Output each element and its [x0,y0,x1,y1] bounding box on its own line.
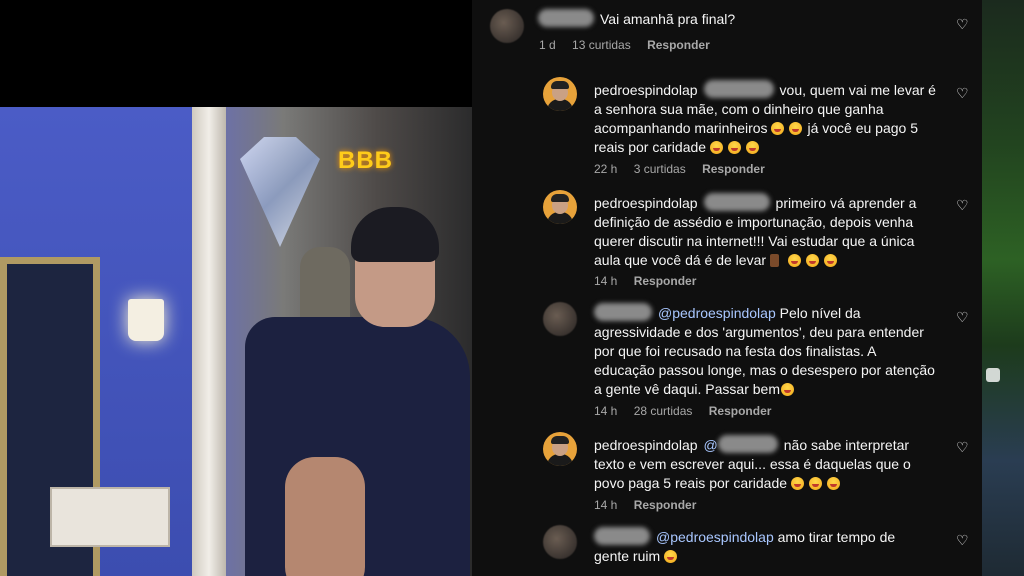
blurred-mention[interactable] [703,193,770,211]
reply-button[interactable]: Responder [634,274,697,288]
background-strip [982,0,1024,576]
laughing-emoji-icon [808,477,822,490]
laughing-emoji-icon [727,141,741,154]
video-column [192,107,226,576]
like-count[interactable]: 13 curtidas [572,38,631,52]
laughing-emoji-icon [805,254,819,267]
video-person [245,207,470,576]
comment-text: Vai amanhã pra final? [600,11,736,27]
laughing-emoji-icon [826,477,840,490]
video-area: BBB [0,0,472,576]
laughing-emoji-icon [745,141,759,154]
username[interactable]: pedroespindolap [594,437,698,453]
reply-button[interactable]: Responder [647,38,710,52]
laughing-emoji-icon [823,254,837,267]
blurred-username[interactable] [594,303,652,321]
heart-outline-icon[interactable]: ♡ [956,17,970,31]
laughing-emoji-icon [790,477,804,490]
blurred-mention[interactable] [717,435,778,453]
bbb-logo: BBB [338,147,393,174]
user-avatar[interactable] [543,77,577,111]
user-avatar[interactable] [490,9,524,43]
comment-time: 14 h [594,498,618,512]
laughing-emoji-icon [664,550,678,563]
comment-time: 14 h [594,404,618,418]
blurred-username[interactable] [594,527,650,545]
video-frame[interactable]: BBB [0,107,472,576]
heart-outline-icon[interactable]: ♡ [956,198,970,212]
comment-time: 1 d [539,38,556,52]
heart-outline-icon[interactable]: ♡ [956,310,970,324]
user-avatar[interactable] [543,525,577,559]
video-counter [50,487,170,547]
video-lamp [128,299,164,341]
mention-link[interactable]: @pedroespindolap [658,305,776,321]
mention-link[interactable]: @pedroespindolap [656,529,774,545]
laughing-emoji-icon [789,122,803,135]
laughing-emoji-icon [709,141,723,154]
reply-button[interactable]: Responder [709,404,772,418]
reply-button[interactable]: Responder [702,162,765,176]
heart-outline-icon[interactable]: ♡ [956,533,970,547]
like-count[interactable]: 28 curtidas [634,404,693,418]
comments-panel: Vai amanhã pra final? 1 d 13 curtidas Re… [472,0,982,576]
user-avatar[interactable] [543,302,577,336]
user-avatar[interactable] [543,432,577,466]
laughing-emoji-icon [771,122,785,135]
username[interactable]: pedroespindolap [594,82,698,98]
log-emoji-icon [769,254,779,267]
blurred-mention[interactable] [703,80,774,98]
reply-button[interactable]: Responder [634,498,697,512]
play-icon [986,368,1000,382]
heart-outline-icon[interactable]: ♡ [956,440,970,454]
user-avatar[interactable] [543,190,577,224]
comment-time: 22 h [594,162,618,176]
comment-time: 14 h [594,274,618,288]
username[interactable]: pedroespindolap [594,195,698,211]
blurred-username[interactable] [538,9,594,27]
like-count[interactable]: 3 curtidas [634,162,686,176]
laughing-emoji-icon [781,383,795,396]
heart-outline-icon[interactable]: ♡ [956,86,970,100]
laughing-emoji-icon [787,254,801,267]
